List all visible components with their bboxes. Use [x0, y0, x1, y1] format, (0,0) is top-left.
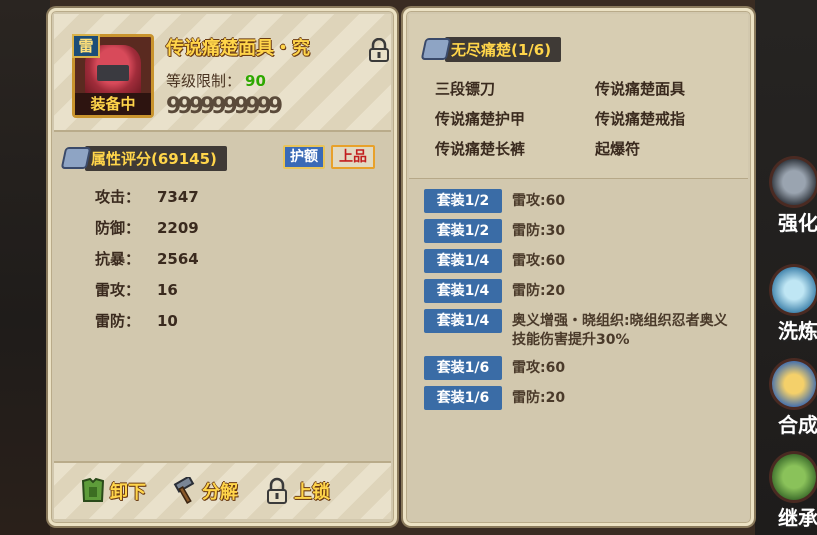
unequip-button[interactable]: 卸下: [80, 471, 146, 511]
level-value: 90: [245, 72, 266, 90]
attribute-rating: 属性评分(69145): [60, 145, 227, 171]
item-icon-frame[interactable]: 雷 装备中: [72, 34, 154, 118]
cycle-icon: [769, 358, 817, 410]
level-label: 等级限制：: [166, 72, 242, 90]
set-part: 三段镖刀: [435, 80, 496, 98]
stat-value: 16: [157, 280, 178, 299]
set-parts-section: 无尽痛楚(1/6) 三段镖刀 传说痛楚面具 传说痛楚护甲 传说痛楚戒指 传说痛楚…: [409, 14, 748, 179]
stats-list: 攻击： 7347 防御： 2209 抗暴： 2564 雷攻： 16 雷防： 10: [95, 181, 237, 336]
inherit-label: 继承: [778, 506, 817, 530]
set-part: 传说痛楚护甲: [435, 110, 526, 128]
set-bonus-row: 套装1/4 奥义增强・晓组织:晓组织忍者奥义技能伤害提升30%: [424, 309, 744, 350]
background-left: [0, 0, 50, 535]
stat-value: 10: [157, 311, 178, 330]
armor-icon: [81, 477, 105, 502]
enhance-button[interactable]: 强化: [764, 150, 817, 240]
set-bonus-text: 雷攻:60: [512, 253, 566, 269]
inherit-button[interactable]: 继承: [764, 445, 817, 535]
equip-slot-tag: 护额: [283, 145, 325, 169]
refine-label: 洗炼: [778, 319, 817, 343]
set-bonus-row: 套装1/6 雷攻:60: [424, 356, 744, 380]
set-title: 无尽痛楚(1/6): [420, 36, 562, 62]
hammer-icon: [173, 477, 195, 504]
set-parts-grid: 三段镖刀 传说痛楚面具 传说痛楚护甲 传说痛楚戒指 传说痛楚长裤 起爆符: [435, 78, 745, 158]
refine-button[interactable]: 洗炼: [764, 258, 817, 348]
lock-label: 上锁: [294, 482, 330, 503]
padlock-icon[interactable]: [368, 37, 390, 62]
set-bonus-text: 雷防:30: [512, 223, 566, 239]
stat-value: 2209: [157, 218, 199, 237]
set-part: 传说痛楚长裤: [435, 140, 526, 158]
stat-key: 雷攻：: [95, 281, 141, 299]
level-requirement: 等级限制： 90: [166, 70, 266, 91]
item-name: 传说痛楚面具・究: [166, 38, 310, 59]
set-bonus-row: 套装1/4 雷攻:60: [424, 249, 744, 273]
decompose-button[interactable]: 分解: [172, 471, 238, 511]
stat-row: 抗暴： 2564: [95, 243, 237, 274]
stat-row: 攻击： 7347: [95, 181, 237, 212]
swirl-icon: [769, 264, 817, 316]
set-part: 起爆符: [595, 140, 641, 158]
set-bonus-tag: 套装1/4: [424, 249, 502, 273]
decompose-label: 分解: [202, 482, 238, 503]
set-bonus-tag: 套装1/2: [424, 189, 502, 213]
set-bonus-text: 雷防:20: [512, 283, 566, 299]
armor-icon: [769, 451, 817, 503]
item-detail-panel: 雷 装备中 传说痛楚面具・究 等级限制： 90 9999999999 属性评分(6…: [48, 8, 397, 526]
set-bonus-tag: 套装1/6: [424, 386, 502, 410]
upgrade-slots: 9999999999: [166, 94, 283, 119]
set-bonus-row: 套装1/2 雷攻:60: [424, 189, 744, 213]
item-header: 雷 装备中 传说痛楚面具・究 等级限制： 90 9999999999: [54, 14, 391, 132]
grade-tag: 上品: [331, 145, 375, 169]
set-bonus-tag: 套装1/2: [424, 219, 502, 243]
set-part: 传说痛楚面具: [595, 80, 686, 98]
set-name: 无尽痛楚(1/6): [445, 36, 562, 62]
set-bonus-text: 雷防:20: [512, 390, 566, 406]
set-bonus-row: 套装1/4 雷防:20: [424, 279, 744, 303]
stat-value: 7347: [157, 187, 199, 206]
equipped-label: 装备中: [75, 93, 151, 115]
set-bonus-tag: 套装1/4: [424, 279, 502, 303]
set-bonus-text: 雷攻:60: [512, 360, 566, 376]
combine-label: 合成: [778, 413, 817, 437]
set-bonus-text: 奥义增强・晓组织:晓组织忍者奥义技能伤害提升30%: [512, 313, 728, 348]
set-part: 传说痛楚戒指: [595, 110, 686, 128]
combine-button[interactable]: 合成: [764, 352, 817, 442]
stat-row: 雷攻： 16: [95, 274, 237, 305]
set-bonus-list: 套装1/2 雷攻:60 套装1/2 雷防:30 套装1/4 雷攻:60 套装1/4 雷防…: [424, 189, 744, 416]
stat-value: 2564: [157, 249, 199, 268]
set-bonus-text: 雷攻:60: [512, 193, 566, 209]
set-bonus-tag: 套装1/6: [424, 356, 502, 380]
scroll-gem-icon: [60, 147, 92, 169]
set-bonus-tag: 套装1/4: [424, 309, 502, 333]
action-bar: 卸下 分解 上锁: [54, 461, 391, 519]
set-bonus-row: 套装1/6 雷防:20: [424, 386, 744, 410]
hammer-icon: [769, 156, 817, 208]
padlock-icon: [267, 477, 287, 504]
unequip-label: 卸下: [110, 482, 146, 503]
set-bonus-panel: 无尽痛楚(1/6) 三段镖刀 传说痛楚面具 传说痛楚护甲 传说痛楚戒指 传说痛楚…: [403, 8, 754, 526]
rating-label: 属性评分(69145): [85, 145, 227, 171]
enhance-label: 强化: [778, 211, 817, 235]
stat-key: 抗暴：: [95, 250, 141, 268]
scroll-gem-icon: [420, 38, 452, 60]
element-badge: 雷: [72, 34, 100, 58]
stat-key: 攻击：: [95, 188, 141, 206]
stat-row: 防御： 2209: [95, 212, 237, 243]
lock-button[interactable]: 上锁: [264, 471, 330, 511]
set-bonus-row: 套装1/2 雷防:30: [424, 219, 744, 243]
stat-key: 雷防：: [95, 312, 141, 330]
stat-key: 防御：: [95, 219, 141, 237]
stat-row: 雷防： 10: [95, 305, 237, 336]
